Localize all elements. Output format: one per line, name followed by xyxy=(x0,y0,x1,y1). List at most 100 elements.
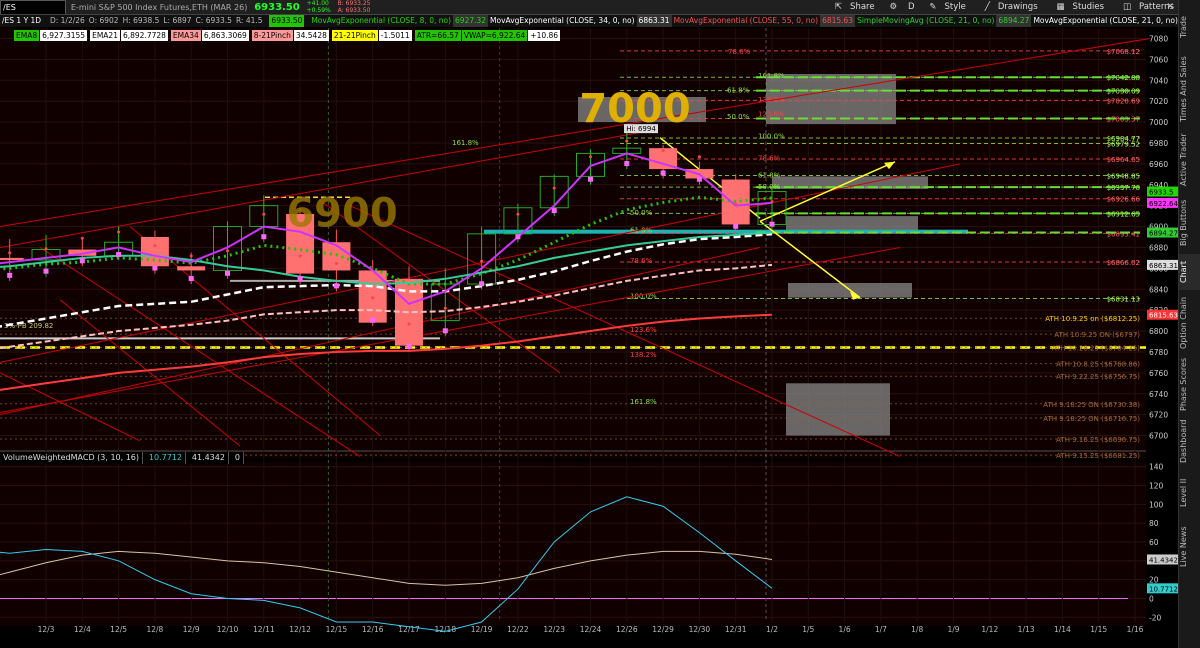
date-tick-label: 12/9 xyxy=(183,625,200,634)
study-label: MovAvgExponential (CLOSE, 21, 0, no) xyxy=(1033,16,1178,25)
candle-body xyxy=(0,257,24,260)
price-tick-label: 7040 xyxy=(1149,76,1168,85)
macd-value-1: 10.7712 xyxy=(146,452,186,464)
ohlc-value: H: 6938.5 xyxy=(122,16,160,25)
macd-tick-label: -20 xyxy=(1149,613,1161,622)
sidebar-tab-option-chain[interactable]: Option Chain xyxy=(1179,293,1200,353)
marker-dot xyxy=(226,249,229,253)
marker-dot xyxy=(589,155,592,159)
fib-label: 61.8% xyxy=(758,171,781,179)
share-button[interactable]: ⇱ Share xyxy=(827,0,883,14)
indicator-bubble: EMA8 xyxy=(14,30,40,41)
ath-label: ATH 9.18.25 ON ($6730.38) xyxy=(1043,401,1140,409)
macd-tick-label: 120 xyxy=(1149,482,1164,491)
sidebar-tab-trade[interactable]: Trade xyxy=(1179,4,1200,50)
sidebar-tab-times-and-sales[interactable]: Times And Sales xyxy=(1179,53,1200,125)
sidebar-tab-phase-scores[interactable]: Phase Scores xyxy=(1179,356,1200,412)
macd-pane xyxy=(0,462,1146,626)
date-tick-label: 1/6 xyxy=(839,625,851,634)
marker-dot xyxy=(8,251,12,255)
marker-dot xyxy=(80,236,84,240)
drawings-icon: ╱ xyxy=(984,2,990,12)
studies-button[interactable]: ▦ Studies xyxy=(1049,0,1113,14)
signal-dot xyxy=(188,276,194,282)
style-button[interactable]: ✎ Style xyxy=(921,0,973,14)
signal-dot xyxy=(551,208,557,214)
signal-dot xyxy=(769,221,775,227)
date-tick-label: 1/13 xyxy=(1018,625,1035,634)
marker-dot xyxy=(334,261,338,265)
date-tick-label: 1/2 xyxy=(766,625,778,634)
date-tick-label: 1/14 xyxy=(1054,625,1071,634)
signal-dot xyxy=(733,223,739,229)
fib-label: 161.8% xyxy=(758,72,785,80)
signal-dot xyxy=(406,343,412,349)
macd-tick-label: 100 xyxy=(1149,500,1164,509)
price-level-label: $6866.02 xyxy=(1107,259,1140,267)
target-zone-box xyxy=(786,216,918,232)
symbol-input[interactable]: /ES xyxy=(0,0,66,14)
marker-dot xyxy=(552,186,556,190)
fib-label: 138.2% xyxy=(630,351,657,359)
indicator-bubble-value: 6,927.3155 xyxy=(40,30,88,41)
drawings-button[interactable]: ╱ Drawings xyxy=(977,0,1046,14)
indicator-bubble-value: -1.5011 xyxy=(378,30,412,41)
price-tick-label: 6700 xyxy=(1149,432,1168,441)
price-tick-label: 7020 xyxy=(1149,97,1168,106)
ath-label: ATH 10.9.25 ON ($6797) xyxy=(1054,331,1140,339)
candle-body xyxy=(177,266,206,271)
marker-dot xyxy=(262,212,266,216)
indicator-bubble: 21-21Pinch xyxy=(331,30,378,41)
sidebar-tab-live-news[interactable]: Live News xyxy=(1179,519,1200,575)
price-tag-label: 6894.27 xyxy=(1149,230,1178,238)
sidebar-tab-level-ii[interactable]: Level II xyxy=(1179,470,1200,516)
marker-dot xyxy=(44,247,48,251)
price-tick-label: 6720 xyxy=(1149,411,1168,420)
indicator-bubble-value: 34.5428 xyxy=(293,30,329,41)
price-level-label: $7068.12 xyxy=(1107,48,1140,56)
d-button[interactable]: D xyxy=(904,0,919,14)
price-tick-label: 6740 xyxy=(1149,390,1168,399)
signal-dot xyxy=(442,328,448,334)
fib-label: 161.8% xyxy=(630,398,657,406)
chart-canvas[interactable]: 7080706070407020700069806960694069206900… xyxy=(0,0,1178,648)
share-icon: ⇱ xyxy=(834,2,843,12)
macd-legend: VolumeWeightedMACD (3, 10, 16) 10.7712 4… xyxy=(0,452,244,464)
last-tag: 6933.50 xyxy=(269,15,305,27)
ath-label: ATH 9.16.25 ($6696.75) xyxy=(1056,436,1140,444)
style-icon: ✎ xyxy=(929,2,937,12)
signal-dot xyxy=(660,170,666,176)
target-zone-box xyxy=(766,73,896,125)
price-tick-label: 7060 xyxy=(1149,55,1168,64)
settings-icon[interactable]: ⚙ xyxy=(885,0,901,14)
patterns-icon: ◫ xyxy=(1122,2,1131,12)
drawings-label: Drawings xyxy=(997,2,1038,12)
sidebar-tab-dashboard[interactable]: Dashboard xyxy=(1179,415,1200,467)
macd-tick-label: 60 xyxy=(1149,538,1159,547)
symbol-description: E-mini S&P 500 Index Futures,ETH (MAR 26… xyxy=(70,3,248,12)
signal-dot xyxy=(479,281,485,287)
sidebar-tab-active-trader[interactable]: Active Trader xyxy=(1179,128,1200,192)
signal-dot xyxy=(333,283,339,289)
price-level-label: $6979.52 xyxy=(1107,140,1140,148)
sidebar-tab-chart[interactable]: Chart xyxy=(1179,254,1200,290)
fib-label: 100.0% xyxy=(758,133,785,141)
marker-dot xyxy=(661,148,665,152)
date-tick-label: 12/31 xyxy=(725,625,747,634)
price-level-label: $6926.66 xyxy=(1107,196,1141,204)
signal-dot xyxy=(225,270,230,276)
ask: A: 6933.50 xyxy=(337,7,371,14)
macd-tick-label: 20 xyxy=(1149,576,1159,585)
date-tick-label: 12/19 xyxy=(471,625,493,634)
chart-symbol-label: /ES 1 Y 1D xyxy=(2,16,42,25)
marker-dot xyxy=(117,230,121,234)
close-button[interactable]: ✕ xyxy=(1166,0,1174,14)
date-tick-label: 12/29 xyxy=(652,625,674,634)
price-tag-label: 6863.31 xyxy=(1149,262,1178,270)
sidebar-tab-big-buttons[interactable]: Big Buttons xyxy=(1179,195,1200,251)
signal-dot xyxy=(624,161,630,167)
marker-dot xyxy=(697,155,701,159)
share-label: Share xyxy=(850,2,875,12)
date-tick-label: 12/8 xyxy=(146,625,163,634)
price-tick-label: 6840 xyxy=(1149,285,1168,294)
